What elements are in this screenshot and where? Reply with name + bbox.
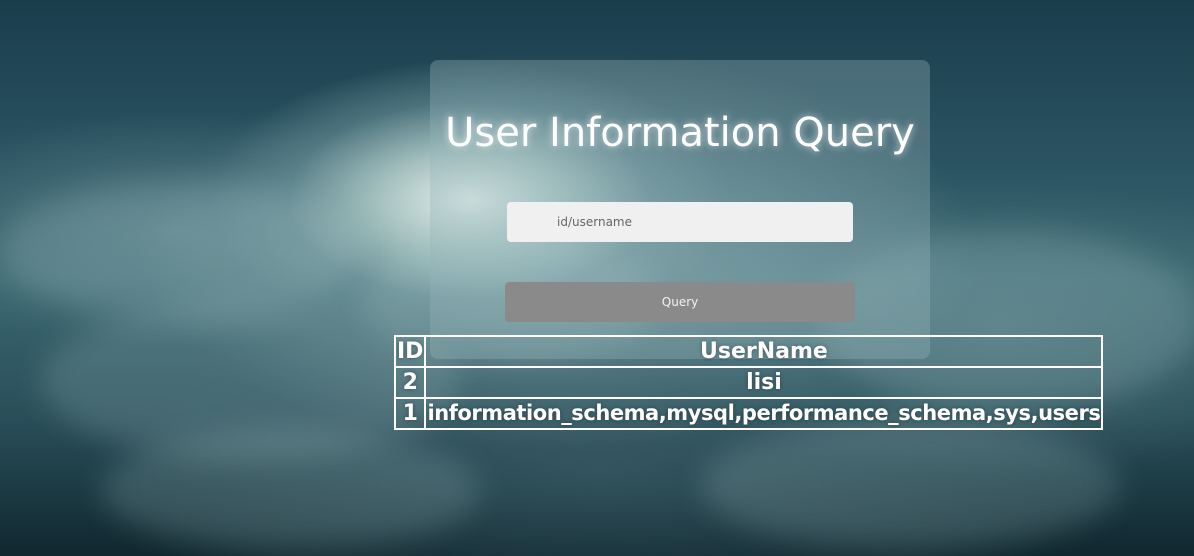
row-id: 2 — [393, 366, 427, 399]
column-header-id: ID — [393, 335, 427, 368]
row-username: lisi — [424, 366, 1104, 399]
table-row: 1 information_schema,mysql,performance_s… — [393, 397, 1104, 430]
search-input[interactable] — [507, 202, 853, 242]
row-username: information_schema,mysql,performance_sch… — [424, 397, 1104, 430]
row-id: 1 — [393, 397, 427, 430]
table-header-row: ID UserName — [393, 335, 1104, 368]
results-table: ID UserName 2 lisi 1 information_schema,… — [393, 335, 1104, 430]
page-title: User Information Query — [445, 110, 915, 156]
query-button[interactable]: Query — [505, 282, 855, 322]
table-row: 2 lisi — [393, 366, 1104, 399]
column-header-username: UserName — [424, 335, 1104, 368]
